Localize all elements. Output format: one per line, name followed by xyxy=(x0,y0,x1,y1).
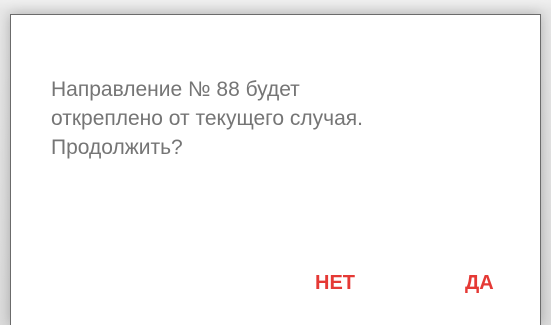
yes-button[interactable]: ДА xyxy=(457,263,502,303)
dialog-message-line: Направление № 88 будет xyxy=(51,78,300,101)
confirm-dialog: Направление № 88 будет откреплено от тек… xyxy=(10,14,541,325)
dialog-message-line: откреплено от текущего случая. xyxy=(51,107,363,130)
dialog-message-line: Продолжить? xyxy=(51,136,183,159)
dialog-actions: НЕТ ДА xyxy=(11,263,540,303)
no-button[interactable]: НЕТ xyxy=(307,263,363,303)
dialog-message: Направление № 88 будет откреплено от тек… xyxy=(51,75,491,162)
